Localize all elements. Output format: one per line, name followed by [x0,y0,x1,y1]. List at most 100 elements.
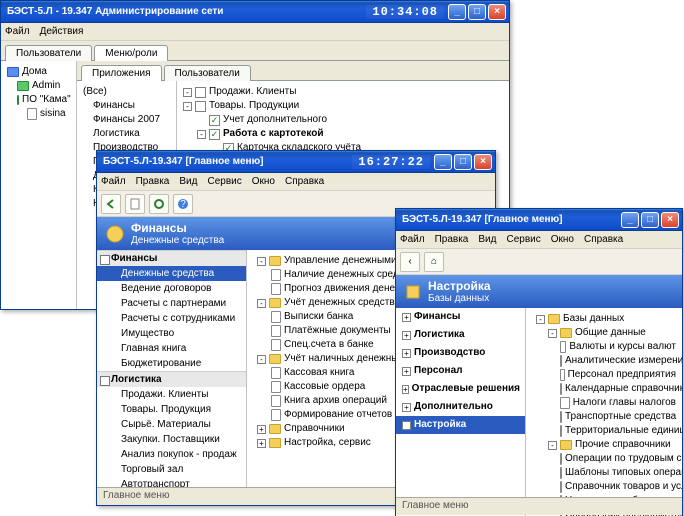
expand-icon[interactable]: + [402,385,409,394]
nav-panel[interactable]: ФинансыДенежные средстваВедение договоро… [97,250,247,488]
tree-node[interactable]: Календарные справочники [532,382,676,396]
expand-icon[interactable]: + [257,439,266,448]
expand-icon[interactable]: + [402,331,411,340]
perm-node[interactable]: ✓Учет дополнительного [183,113,503,127]
maximize-button[interactable]: □ [468,4,486,20]
checkbox[interactable]: ✓ [209,115,220,126]
nav-item[interactable]: Бюджетирование [97,356,246,371]
menu-item[interactable]: Действия [40,26,84,37]
expand-icon[interactable]: - [183,88,192,97]
menu-item[interactable]: Правка [136,176,170,187]
tab-users[interactable]: Пользователи [5,45,92,61]
expand-icon[interactable]: + [402,367,411,376]
tree-node[interactable]: -Базы данных [532,312,676,326]
inner-tab-users[interactable]: Пользователи [164,65,251,81]
nav-panel[interactable]: +Финансы+Логистика+Производство+Персонал… [396,308,526,516]
module-item[interactable]: Финансы [83,99,170,113]
tab-menu-roles[interactable]: Меню/роли [94,45,168,61]
new-button[interactable] [125,194,145,214]
expand-icon[interactable]: + [402,349,411,358]
nav-item[interactable]: +Персонал [396,362,525,380]
menu-item[interactable]: Сервис [207,176,241,187]
checkbox[interactable] [195,87,206,98]
maximize-button[interactable]: □ [641,212,659,228]
nav-item[interactable]: Денежные средства [97,266,246,281]
nav-item[interactable]: +Производство [396,344,525,362]
menu-item[interactable]: Справка [584,234,623,245]
tree-node[interactable]: Дома [7,65,70,79]
menu-item[interactable]: Файл [5,26,30,37]
nav-item[interactable]: Закупки. Поставщики [97,432,246,447]
minimize-button[interactable]: _ [434,154,452,170]
tree-node[interactable]: Валюты и курсы валют [532,340,676,354]
tree-node[interactable]: Шаблоны типовых операций [532,466,676,480]
titlebar[interactable]: БЭСТ-5.Л - 19.347 Администрирование сети… [1,1,509,23]
expand-icon[interactable]: + [402,403,411,412]
tree-node[interactable]: -Прочие справочники [532,438,676,452]
close-button[interactable]: × [661,212,679,228]
tree-node[interactable]: Территориальные единицы [532,424,676,438]
module-item[interactable]: Финансы 2007 [83,113,170,127]
tree-node[interactable]: Справочник товаров и услуг ОКДП [532,480,676,494]
nav-item[interactable]: Имущество [97,326,246,341]
settings-tree[interactable]: -Базы данных-Общие данныеВалюты и курсы … [526,308,682,516]
nav-item[interactable]: Товары. Продукция [97,402,246,417]
tree-node[interactable]: ПО "Кама" [7,93,70,107]
help-button[interactable]: ? [173,194,193,214]
maximize-button[interactable]: □ [454,154,472,170]
module-item[interactable]: (Все) [83,85,170,99]
user-tree[interactable]: ДомаAdminПО "Кама"sisina [1,61,77,309]
expand-icon[interactable]: - [257,257,266,266]
menu-item[interactable]: Справка [285,176,324,187]
nav-item[interactable]: Ведение договоров [97,281,246,296]
nav-item[interactable]: Сырьё. Материалы [97,417,246,432]
tree-node[interactable]: sisina [7,107,70,121]
titlebar[interactable]: БЭСТ-5.Л-19.347 [Главное меню] 16:27:22 … [97,151,495,173]
expand-icon[interactable]: - [197,130,206,139]
expand-icon[interactable]: - [257,355,266,364]
nav-group[interactable]: Логистика [97,371,246,387]
tree-node[interactable]: -Общие данные [532,326,676,340]
tree-node[interactable]: Admin [7,79,70,93]
perm-node[interactable]: -Товары. Продукции [183,99,503,113]
nav-item[interactable]: Анализ покупок - продаж [97,447,246,462]
menu-item[interactable]: Окно [551,234,574,245]
menu-item[interactable]: Вид [478,234,496,245]
checkbox[interactable] [195,101,206,112]
tree-node[interactable]: Операции по трудовым справочникам [532,452,676,466]
perm-node[interactable]: -✓Работа с картотекой [183,127,503,141]
refresh-button[interactable] [149,194,169,214]
close-button[interactable]: × [474,154,492,170]
nav-item[interactable]: Расчеты с сотрудниками [97,311,246,326]
expand-icon[interactable]: - [257,299,266,308]
nav-item[interactable]: +Финансы [396,308,525,326]
minimize-button[interactable]: _ [621,212,639,228]
nav-item[interactable]: Продажи. Клиенты [97,387,246,402]
nav-item[interactable]: Торговый зал [97,462,246,477]
back-button[interactable]: ‹ [400,252,420,272]
home-button[interactable]: ⌂ [424,252,444,272]
nav-item[interactable]: +Логистика [396,326,525,344]
expand-icon[interactable]: - [183,102,192,111]
minimize-button[interactable]: _ [448,4,466,20]
tree-node[interactable]: Налоги главы налогов [532,396,676,410]
menu-item[interactable]: Файл [101,176,126,187]
menu-item[interactable]: Вид [179,176,197,187]
nav-item[interactable]: Расчеты с партнерами [97,296,246,311]
perm-node[interactable]: -Продажи. Клиенты [183,85,503,99]
nav-item[interactable]: +Дополнительно [396,398,525,416]
back-button[interactable] [101,194,121,214]
nav-item[interactable]: +Настройка [396,416,525,434]
close-button[interactable]: × [488,4,506,20]
menu-item[interactable]: Правка [435,234,469,245]
tree-node[interactable]: Транспортные средства [532,410,676,424]
checkbox[interactable]: ✓ [209,129,220,140]
expand-icon[interactable]: + [402,313,411,322]
expand-icon[interactable]: - [548,329,557,338]
module-item[interactable]: Логистика [83,127,170,141]
titlebar[interactable]: БЭСТ-5.Л-19.347 [Главное меню] _ □ × [396,209,682,231]
expand-icon[interactable]: + [402,421,411,430]
expand-icon[interactable]: - [548,441,557,450]
nav-item[interactable]: +Отраслевые решения [396,380,525,398]
nav-item[interactable]: Главная книга [97,341,246,356]
